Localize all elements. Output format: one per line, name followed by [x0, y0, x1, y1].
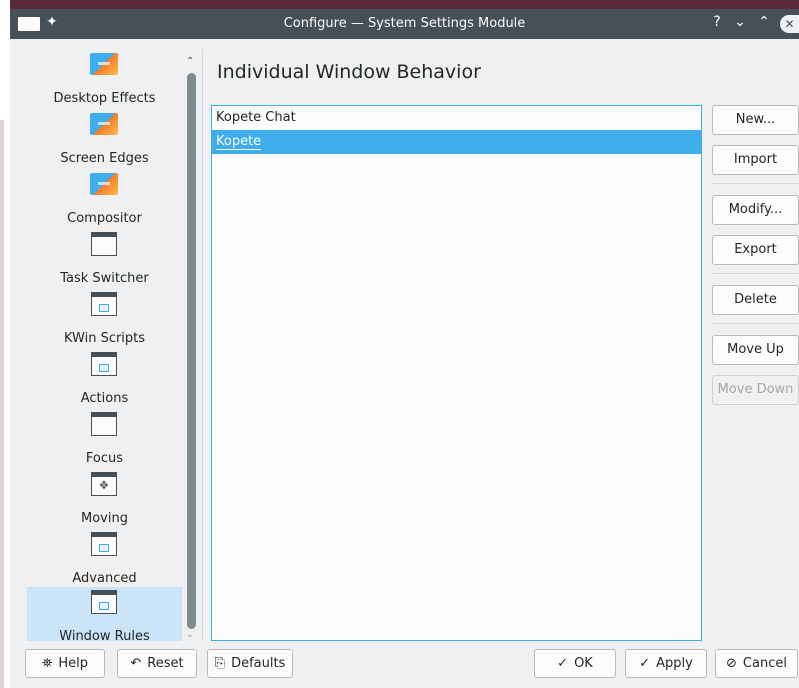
cancel-icon: ⊘: [726, 656, 737, 671]
sidebar-item-actions[interactable]: Actions: [27, 349, 182, 409]
minimize-icon[interactable]: ⌄: [732, 14, 748, 30]
sidebar-item-label: KWin Scripts: [63, 331, 146, 346]
sidebar-item-label: Window Rules: [59, 629, 150, 641]
export-button[interactable]: Export: [712, 235, 799, 265]
list-item-selected[interactable]: Kopete: [212, 130, 701, 154]
apply-label: Apply: [656, 656, 693, 671]
import-button[interactable]: Import: [712, 145, 799, 175]
moving-icon: ✥: [91, 472, 117, 496]
rule-label: Kopete: [216, 134, 262, 150]
kwin-scripts-icon: [91, 292, 117, 316]
sidebar-item-screen-edges[interactable]: Screen Edges: [27, 109, 182, 169]
help-lifebuoy-icon: ⛯: [41, 656, 53, 671]
reset-button[interactable]: ↶ Reset: [117, 649, 197, 678]
screen-edges-icon: [90, 113, 118, 135]
maximize-icon[interactable]: ⌃: [756, 14, 772, 30]
sidebar-item-label: Compositor: [67, 211, 142, 226]
move-down-button[interactable]: Move Down: [712, 375, 799, 405]
list-item[interactable]: Kopete Chat: [212, 106, 701, 130]
sidebar-item-label: Actions: [80, 391, 129, 406]
sidebar-scrollbar[interactable]: [187, 73, 196, 629]
sidebar-item-label: Task Switcher: [60, 271, 149, 286]
cancel-label: Cancel: [742, 656, 787, 671]
scroll-up-icon[interactable]: ⌃: [186, 56, 194, 67]
new-button[interactable]: New...: [712, 105, 799, 135]
sidebar-item-advanced[interactable]: Advanced: [27, 529, 182, 589]
sidebar-item-label: Desktop Effects: [53, 91, 156, 106]
ok-label: OK: [574, 656, 593, 671]
ok-button[interactable]: ✓ OK: [534, 649, 616, 678]
defaults-label: Defaults: [231, 656, 286, 671]
delete-button[interactable]: Delete: [712, 285, 799, 315]
move-up-button[interactable]: Move Up: [712, 335, 799, 365]
desktop-shadow: [0, 120, 4, 688]
sidebar-divider: [202, 49, 203, 641]
button-separator: [712, 323, 799, 324]
window-title: Configure — System Settings Module: [283, 16, 526, 31]
reset-icon: ↶: [130, 656, 142, 671]
actions-icon: [91, 352, 117, 376]
sidebar-item-window-rules[interactable]: Window Rules: [27, 587, 182, 641]
cancel-button[interactable]: ⊘ Cancel: [715, 649, 798, 678]
sidebar-item-moving[interactable]: ✥ Moving: [27, 469, 182, 529]
checkmark-icon: ✓: [639, 656, 651, 671]
close-icon[interactable]: ✕: [780, 15, 799, 33]
sidebar-item-label: Moving: [81, 511, 128, 526]
window-rules-list[interactable]: Kopete Chat Kopete: [211, 105, 702, 641]
sidebar-item-label: Screen Edges: [60, 151, 149, 166]
defaults-button[interactable]: ⎘ Defaults: [207, 649, 293, 678]
title-bar[interactable]: ✦ Configure — System Settings Module ? ⌄…: [10, 9, 799, 39]
sidebar-item-label: Advanced: [72, 571, 137, 586]
page-title: Individual Window Behavior: [217, 61, 481, 83]
sidebar-item-task-switcher[interactable]: Task Switcher: [27, 229, 182, 289]
sidebar-item-label: Focus: [85, 451, 124, 466]
task-switcher-icon: [91, 232, 117, 256]
defaults-icon: ⎘: [214, 656, 226, 671]
sidebar-item-focus[interactable]: Focus: [27, 409, 182, 469]
sidebar-item-desktop-effects[interactable]: Desktop Effects: [27, 49, 182, 109]
advanced-icon: [91, 532, 117, 556]
help-label: Help: [58, 656, 89, 671]
settings-window: ✦ Configure — System Settings Module ? ⌄…: [10, 9, 799, 688]
scroll-down-icon[interactable]: ⌄: [186, 629, 194, 640]
compositor-icon: [90, 173, 118, 195]
reset-label: Reset: [147, 656, 184, 671]
button-separator: [712, 273, 799, 274]
window-rules-icon: [91, 590, 117, 614]
focus-icon: [91, 412, 117, 436]
sidebar-item-kwin-scripts[interactable]: KWin Scripts: [27, 289, 182, 349]
category-sidebar: Desktop Effects Screen Edges Compositor …: [27, 49, 202, 641]
rule-label: Kopete Chat: [216, 110, 296, 125]
apply-button[interactable]: ✓ Apply: [625, 649, 707, 678]
modify-button[interactable]: Modify...: [712, 195, 799, 225]
help-button[interactable]: ⛯ Help: [25, 649, 105, 678]
checkmark-icon: ✓: [557, 656, 569, 671]
button-separator: [712, 183, 799, 184]
help-icon[interactable]: ?: [709, 14, 725, 30]
desktop-effects-icon: [90, 53, 118, 75]
sidebar-item-compositor[interactable]: Compositor: [27, 169, 182, 229]
